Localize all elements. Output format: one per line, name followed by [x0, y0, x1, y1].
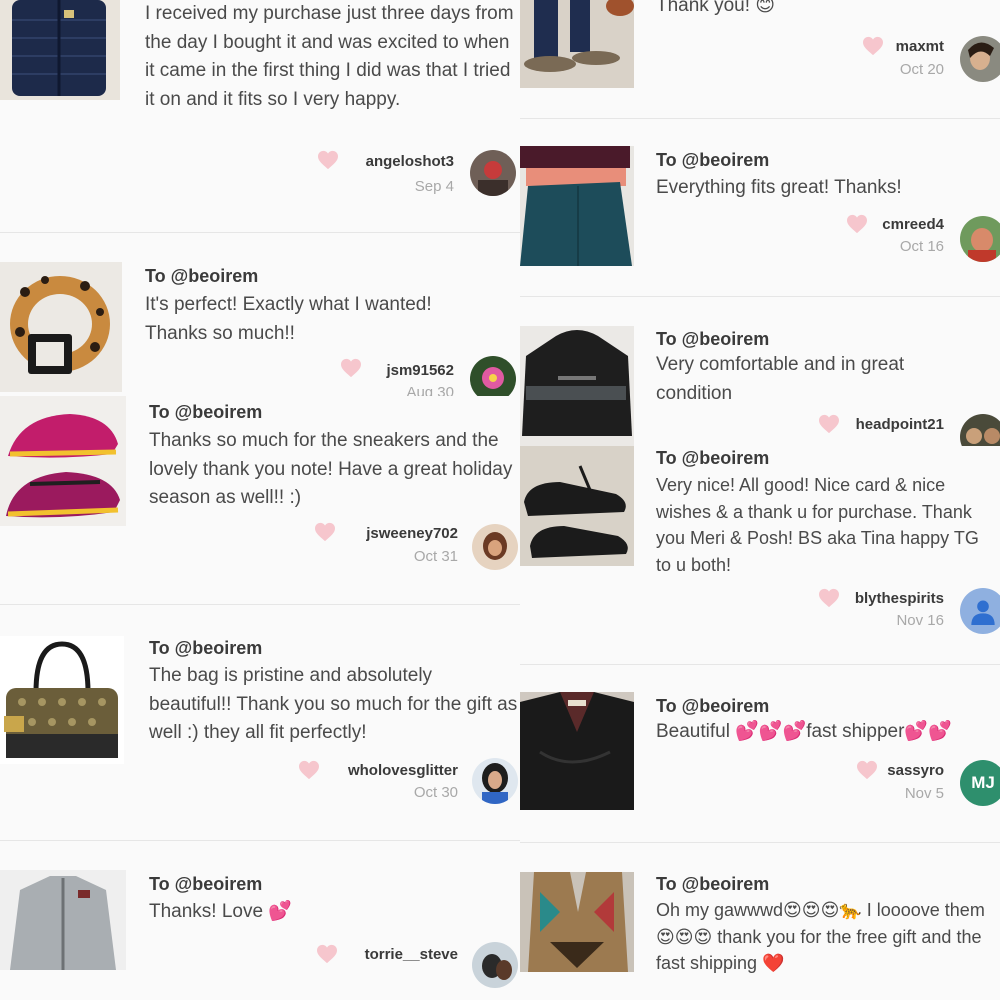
- heart-outline-icon[interactable]: [862, 36, 884, 56]
- reviewer-avatar[interactable]: [470, 356, 516, 396]
- product-thumbnail-puffer-vest[interactable]: [0, 0, 120, 100]
- review-card: To @beoirem Thanks so much for the sneak…: [0, 396, 520, 604]
- review-card: To @beoirem Oh my gawwwd😍😍😍🐆 I loooove t…: [520, 872, 1000, 1000]
- review-message: Thank you! 😊: [656, 0, 776, 16]
- reviewer-username[interactable]: wholovesglitter: [348, 762, 458, 779]
- review-card: To @beoirem Beautiful 💕💕💕fast shipper💕💕 …: [520, 692, 1000, 840]
- reviewer-avatar[interactable]: [472, 524, 518, 570]
- review-date: Sep 4: [414, 178, 454, 195]
- heart-outline-icon[interactable]: [314, 522, 336, 542]
- review-message: I received my purchase just three days f…: [145, 3, 514, 110]
- review-card: I received my purchase just three days f…: [0, 0, 520, 232]
- review-message: Very nice! All good! Nice card & nice wi…: [656, 475, 979, 575]
- reviewer-username[interactable]: maxmt: [896, 38, 944, 55]
- reviewer-avatar[interactable]: [470, 150, 516, 196]
- reviewer-username[interactable]: sassyro: [887, 762, 944, 779]
- review-message: Oh my gawwwd😍😍😍🐆 I loooove them😍😍😍 thank…: [656, 900, 985, 973]
- heart-outline-icon[interactable]: [316, 944, 338, 964]
- review-message: Very comfortable and in great condition: [656, 354, 905, 404]
- card-divider: [0, 840, 520, 841]
- default-avatar[interactable]: [960, 588, 1000, 634]
- review-message: Beautiful 💕💕💕fast shipper💕💕: [656, 721, 952, 742]
- product-thumbnail-sneakers[interactable]: [0, 396, 126, 526]
- heart-outline-icon[interactable]: [846, 214, 868, 234]
- review-card: To @beoirem It's perfect! Exactly what I…: [0, 262, 520, 396]
- reviewer-username[interactable]: torrie__steve: [365, 946, 458, 963]
- review-date: Oct 31: [413, 548, 458, 565]
- left-review-column: I received my purchase just three days f…: [0, 0, 520, 1000]
- reviewer-username[interactable]: jsm91562: [386, 362, 454, 379]
- reviewer-username[interactable]: headpoint21: [856, 416, 944, 433]
- product-thumbnail-folded-sweaters[interactable]: [520, 146, 634, 266]
- review-card: To @beoirem Very nice! All good! Nice ca…: [520, 446, 1000, 664]
- right-review-column: Thank you! 😊 maxmt Oct 20 To @beoirem Ev…: [520, 0, 1000, 1000]
- product-thumbnail-hoodie[interactable]: [0, 870, 126, 970]
- reviewer-username[interactable]: cmreed4: [882, 216, 944, 233]
- avatar-initials: MJ: [960, 760, 1000, 806]
- review-message: It's perfect! Exactly what I wanted! Tha…: [145, 294, 432, 344]
- product-thumbnail-aztec-vest[interactable]: [520, 872, 634, 972]
- reviewer-avatar[interactable]: [960, 36, 1000, 82]
- review-card: To @beoirem The bag is pristine and abso…: [0, 636, 520, 832]
- card-divider: [0, 232, 520, 233]
- review-message: Thanks! Love 💕: [149, 901, 293, 922]
- review-recipient: To @beoirem: [149, 874, 263, 894]
- product-thumbnail-black-hoodie[interactable]: [520, 326, 634, 446]
- product-thumbnail-leather-jacket[interactable]: [520, 692, 634, 810]
- review-card: Thank you! 😊 maxmt Oct 20: [520, 0, 1000, 118]
- review-date: Oct 20: [899, 61, 944, 78]
- review-recipient: To @beoirem: [656, 874, 770, 894]
- review-date: Aug 30: [406, 384, 454, 396]
- card-divider: [520, 118, 1000, 119]
- review-message: Everything fits great! Thanks!: [656, 177, 902, 198]
- review-message: The bag is pristine and absolutely beaut…: [149, 665, 518, 743]
- review-date: Oct 30: [413, 784, 458, 801]
- review-card: To @beoirem Everything fits great! Thank…: [520, 146, 1000, 272]
- review-recipient: To @beoirem: [145, 266, 259, 286]
- review-date: Nov 5: [904, 785, 944, 802]
- review-card: To @beoirem Thanks! Love 💕 torrie__steve: [0, 870, 520, 1000]
- reviewer-avatar[interactable]: [960, 216, 1000, 262]
- review-recipient: To @beoirem: [656, 329, 770, 349]
- product-thumbnail-handbag[interactable]: [0, 636, 124, 764]
- review-recipient: To @beoirem: [656, 448, 770, 468]
- product-thumbnail-black-shoes[interactable]: [520, 446, 634, 566]
- heart-outline-icon[interactable]: [818, 588, 840, 608]
- review-recipient: To @beoirem: [656, 150, 770, 170]
- heart-outline-icon[interactable]: [298, 760, 320, 780]
- reviewer-username[interactable]: jsweeney702: [366, 525, 458, 542]
- review-recipient: To @beoirem: [656, 696, 770, 716]
- reviewer-username[interactable]: blythespirits: [855, 590, 944, 607]
- review-card: To @beoirem Very comfortable and in grea…: [520, 326, 1000, 446]
- review-date: Nov 16: [896, 612, 944, 629]
- review-recipient: To @beoirem: [149, 638, 263, 658]
- review-date: Oct 16: [899, 238, 944, 255]
- card-divider: [520, 296, 1000, 297]
- heart-outline-icon[interactable]: [340, 358, 362, 378]
- product-thumbnail-shoes-on-feet[interactable]: [520, 0, 634, 88]
- card-divider: [520, 842, 1000, 843]
- reviewer-avatar[interactable]: [472, 758, 518, 804]
- heart-outline-icon[interactable]: [818, 414, 840, 434]
- card-divider: [0, 604, 520, 605]
- person-icon: [960, 588, 1000, 634]
- review-message: Thanks so much for the sneakers and the …: [149, 430, 513, 508]
- heart-outline-icon[interactable]: [856, 760, 878, 780]
- heart-outline-icon[interactable]: [317, 150, 339, 170]
- review-recipient: To @beoirem: [149, 402, 263, 422]
- reviewer-avatar-initials[interactable]: MJ: [960, 760, 1000, 806]
- card-divider: [520, 664, 1000, 665]
- product-thumbnail-leopard-belt[interactable]: [0, 262, 122, 392]
- reviewer-avatar[interactable]: [960, 414, 1000, 446]
- reviewer-username[interactable]: angeloshot3: [366, 153, 454, 170]
- reviewer-avatar[interactable]: [472, 942, 518, 988]
